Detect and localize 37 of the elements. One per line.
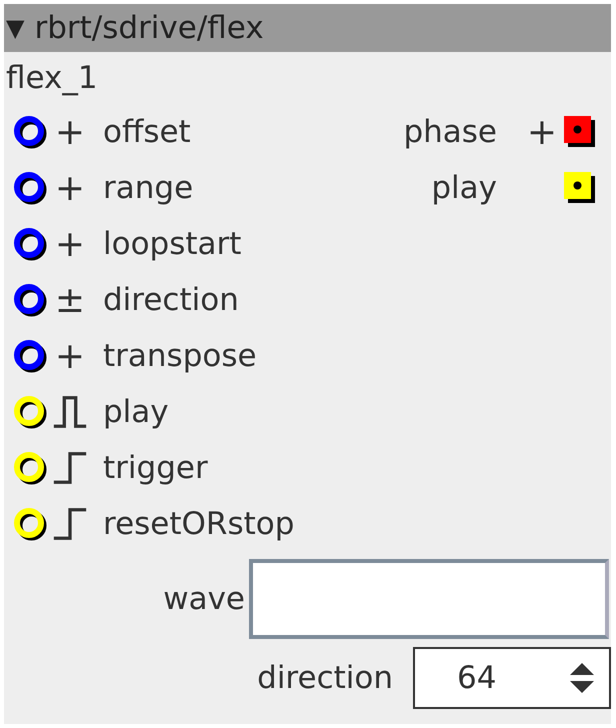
inlet-jack-icon[interactable] [13, 282, 49, 318]
type-symbol: + [54, 336, 86, 376]
parameter-label: wave [163, 581, 245, 617]
type-symbol: ± [54, 280, 86, 320]
inlet-label: offset [103, 114, 191, 150]
pulse-icon [51, 393, 89, 431]
type-symbol: + [54, 168, 86, 208]
inlet-jack-icon[interactable] [13, 170, 49, 206]
inlet-label: play [103, 394, 169, 430]
step-icon [51, 449, 89, 487]
inlet-jack-icon[interactable] [13, 114, 49, 150]
object-path: rbrt/sdrive/flex [34, 10, 264, 46]
inlet-jack-icon[interactable] [13, 450, 49, 486]
instance-name: flex_1 [6, 60, 98, 96]
type-symbol: + [526, 112, 557, 152]
inlet-jack-icon[interactable] [13, 226, 49, 262]
outlet-label: play [431, 170, 497, 206]
inlet-label: loopstart [103, 226, 242, 262]
spinner-arrows-icon[interactable] [569, 660, 595, 696]
collapse-toggle[interactable]: ▼ [6, 14, 24, 42]
inlet-label: range [103, 170, 194, 206]
type-symbol: + [54, 224, 86, 264]
inlet-jack-icon[interactable] [13, 506, 49, 542]
number-spinner[interactable]: 64 [413, 647, 611, 709]
inlet-label: trigger [103, 450, 208, 486]
outlet-label: phase [403, 114, 497, 150]
inlet-label: resetORstop [103, 506, 294, 542]
parameter-label: direction [257, 660, 393, 696]
text-field[interactable] [249, 559, 609, 639]
step-icon [51, 505, 89, 543]
type-symbol: + [54, 112, 86, 152]
inlet-jack-icon[interactable] [13, 338, 49, 374]
outlet-jack-icon[interactable] [563, 115, 597, 149]
inlet-jack-icon[interactable] [13, 394, 49, 430]
outlet-jack-icon[interactable] [563, 171, 597, 205]
inlet-label: direction [103, 282, 239, 318]
inlet-label: transpose [103, 338, 257, 374]
